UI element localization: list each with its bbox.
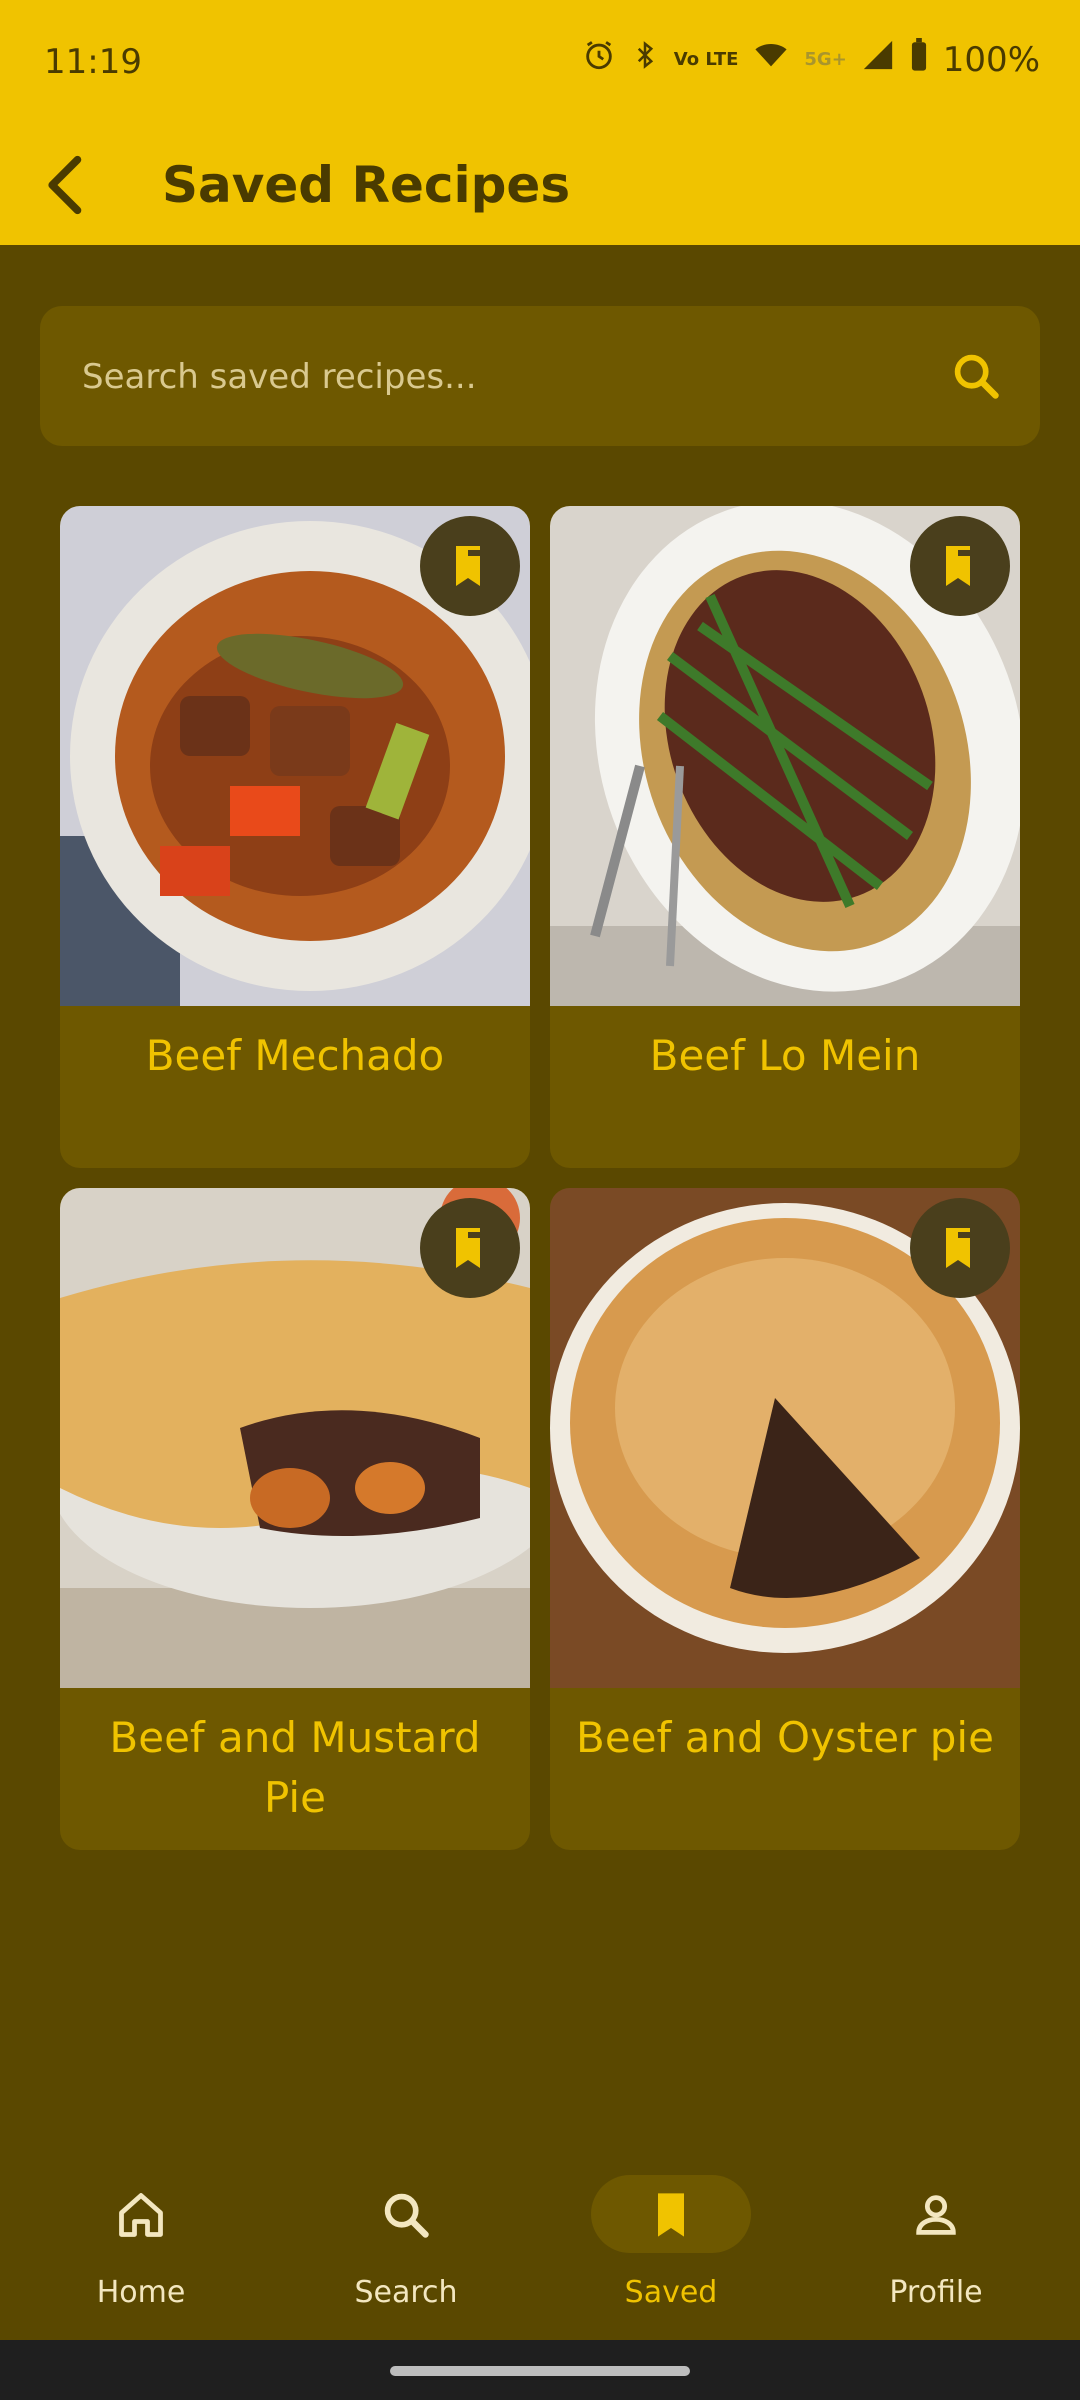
battery-percent: 100% — [942, 39, 1040, 80]
recipe-card-beef-mechado[interactable]: Beef Mechado — [60, 506, 530, 1168]
bookmark-remove-icon — [946, 1228, 974, 1268]
recipe-card-beef-lo-mein[interactable]: Beef Lo Mein — [550, 506, 1020, 1168]
nav-label: Saved — [624, 2275, 718, 2310]
home-gesture-bar[interactable] — [390, 2366, 690, 2376]
remove-bookmark-button[interactable] — [420, 1198, 520, 1298]
search-input[interactable] — [80, 306, 944, 448]
nav-item-home[interactable]: Home — [31, 2175, 251, 2325]
bookmark-icon — [658, 2193, 684, 2237]
status-time: 11:19 — [44, 42, 142, 82]
status-bar: 11:19 Vo LTE 5G+ 100% — [0, 0, 1080, 125]
volte-indicator: Vo LTE — [673, 48, 739, 70]
recipe-card-beef-and-oyster-pie[interactable]: Beef and Oyster pie — [550, 1188, 1020, 1850]
nav-item-profile[interactable]: Profile — [826, 2175, 1046, 2325]
search-icon[interactable] — [950, 350, 1002, 402]
wifi-icon — [752, 38, 790, 81]
alarm-icon — [582, 38, 616, 81]
search-icon — [384, 2193, 429, 2238]
bluetooth-icon — [630, 38, 660, 81]
system-nav-bar — [0, 2340, 1080, 2400]
back-button[interactable] — [30, 147, 106, 223]
bottom-nav: Home Search Saved Profile — [0, 2140, 1080, 2340]
nav-item-saved[interactable]: Saved — [561, 2175, 781, 2325]
search-bar — [40, 306, 1040, 448]
remove-bookmark-button[interactable] — [420, 516, 520, 616]
bookmark-remove-icon — [946, 546, 974, 586]
app-bar: Saved Recipes — [0, 125, 1080, 245]
recipe-title: Beef and Mustard Pie — [109, 1713, 481, 1822]
nav-label: Profile — [889, 2275, 983, 2310]
page-title: Saved Recipes — [162, 156, 571, 214]
recipe-card-beef-and-mustard-pie[interactable]: Beef and Mustard Pie — [60, 1188, 530, 1850]
remove-bookmark-button[interactable] — [910, 516, 1010, 616]
bookmark-remove-icon — [456, 546, 484, 586]
person-icon — [916, 2195, 956, 2235]
battery-icon — [909, 38, 929, 81]
recipe-title: Beef Mechado — [145, 1031, 445, 1080]
bookmark-remove-icon — [456, 1228, 484, 1268]
network-indicator: 5G+ — [804, 48, 847, 70]
status-icons: Vo LTE 5G+ 100% — [582, 38, 1040, 81]
arrow-back-icon — [48, 155, 82, 215]
remove-bookmark-button[interactable] — [910, 1198, 1010, 1298]
recipe-title: Beef and Oyster pie — [576, 1713, 994, 1762]
nav-label: Home — [96, 2275, 186, 2310]
home-icon — [119, 2193, 163, 2237]
nav-item-search[interactable]: Search — [296, 2175, 516, 2325]
nav-label: Search — [354, 2275, 458, 2310]
recipe-title: Beef Lo Mein — [649, 1031, 921, 1080]
signal-icon — [861, 38, 895, 81]
